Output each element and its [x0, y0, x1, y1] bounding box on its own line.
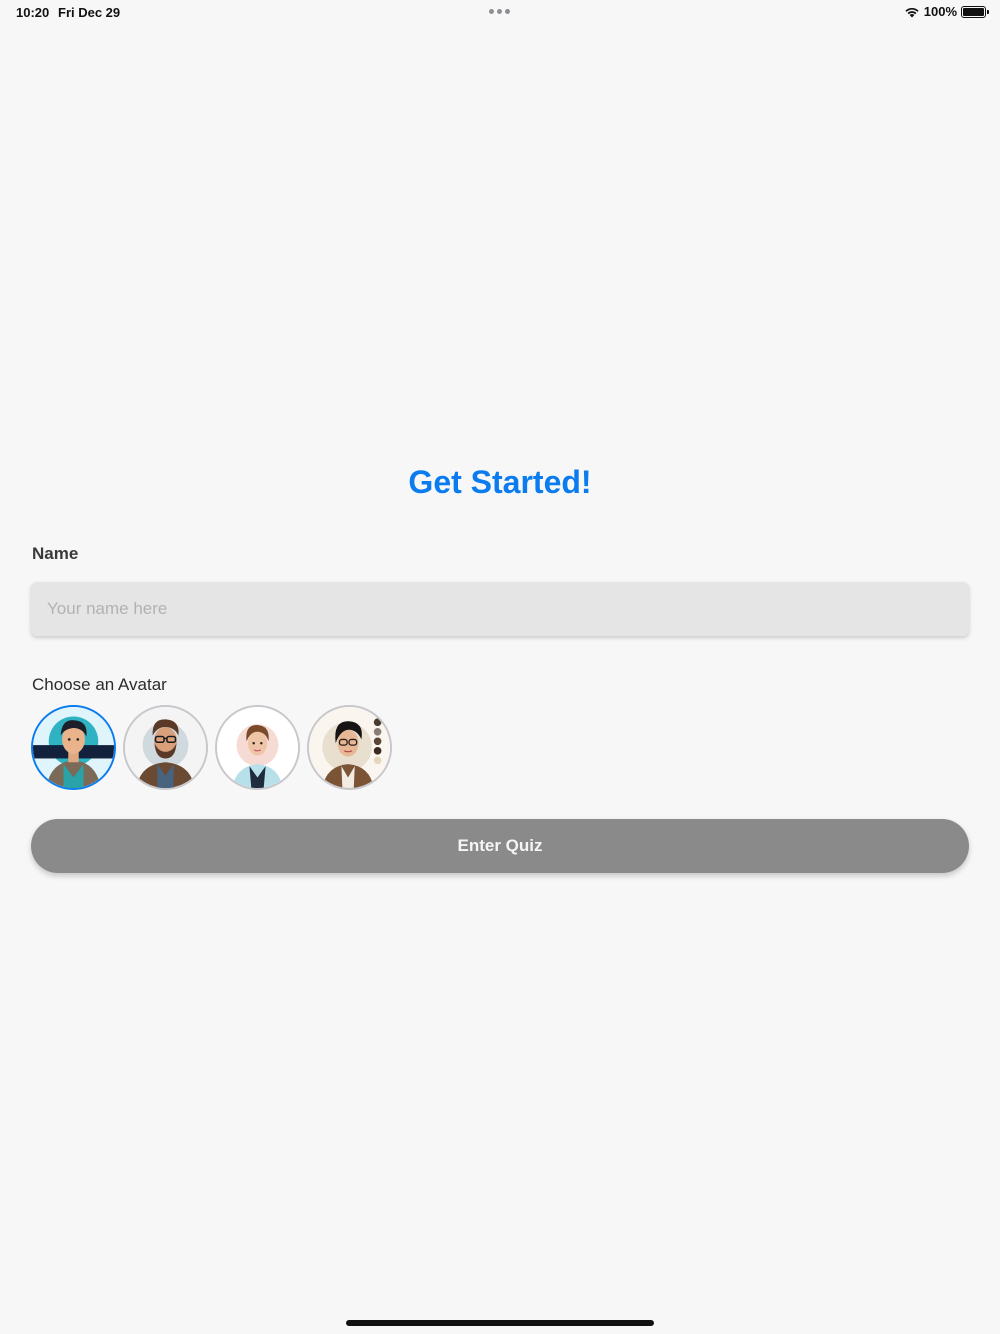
avatar-option-3[interactable] [215, 705, 300, 790]
battery-percent: 100% [923, 4, 957, 19]
avatar-woman-short-hair-icon [217, 707, 298, 788]
name-input[interactable] [31, 582, 969, 636]
avatar-picker [31, 705, 392, 790]
status-bar: 10:20 Fri Dec 29 100% [0, 0, 1000, 24]
avatar-label: Choose an Avatar [32, 675, 167, 694]
status-time: 10:20 [16, 5, 50, 20]
status-date: Fri Dec 29 [58, 5, 121, 20]
multitasking-dots-icon[interactable] [489, 9, 510, 14]
status-right: 100% [904, 4, 989, 19]
home-indicator[interactable] [346, 1320, 654, 1326]
page-title: Get Started! [408, 464, 592, 500]
avatar-option-2[interactable] [123, 705, 208, 790]
wifi-icon [905, 7, 919, 17]
avatar-option-4[interactable] [307, 705, 392, 790]
battery-icon [961, 5, 989, 18]
avatar-woman-glasses-icon [309, 707, 390, 788]
avatar-option-1[interactable] [31, 705, 116, 790]
enter-quiz-button[interactable]: Enter Quiz [31, 819, 969, 873]
avatar-man-glasses-beard-icon [125, 707, 206, 788]
avatar-man-teal-shirt-icon [33, 707, 114, 788]
name-label: Name [32, 544, 79, 563]
